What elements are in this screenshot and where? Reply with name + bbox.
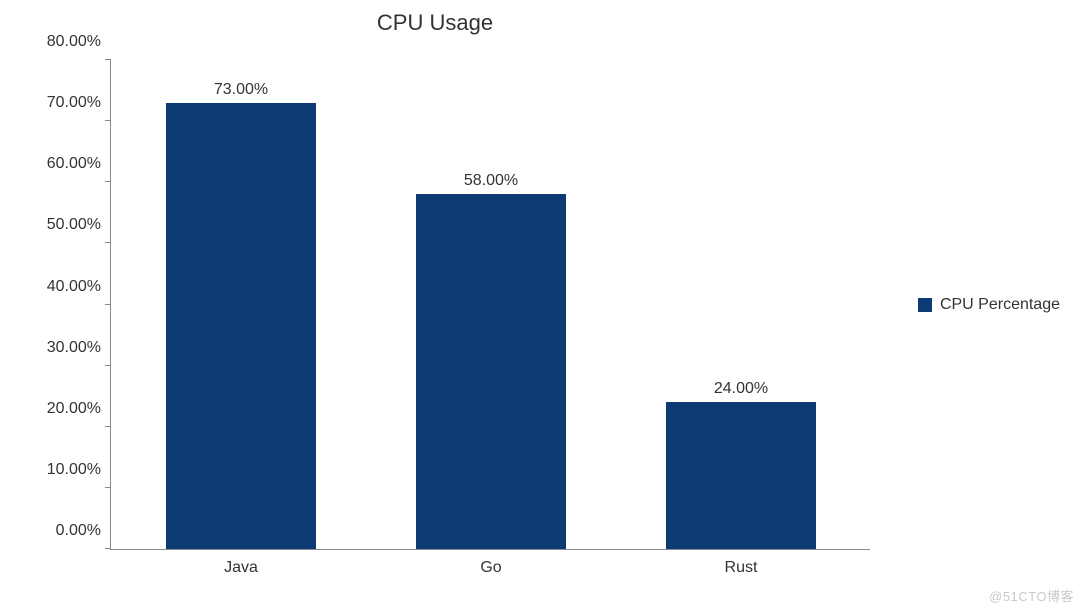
- bars-group: 73.00% 58.00% 24.00%: [111, 60, 870, 549]
- bar-value-label: 58.00%: [464, 172, 518, 190]
- chart-title: CPU Usage: [0, 10, 870, 36]
- y-tick-label: 80.00%: [47, 33, 101, 51]
- legend-swatch-icon: [918, 298, 932, 312]
- y-tick-label: 10.00%: [47, 461, 101, 479]
- x-tick-label: Go: [480, 559, 501, 577]
- bar-java: 73.00%: [166, 103, 316, 549]
- y-tick-label: 50.00%: [47, 216, 101, 234]
- x-tick-label: Rust: [725, 559, 758, 577]
- bar-value-label: 24.00%: [714, 380, 768, 398]
- chart-container: CPU Usage 0.00% 10.00% 20.00% 30.00% 40.…: [0, 0, 1080, 609]
- legend-label: CPU Percentage: [940, 296, 1060, 314]
- plot-area: 0.00% 10.00% 20.00% 30.00% 40.00% 50.00%…: [110, 60, 870, 550]
- bar-value-label: 73.00%: [214, 81, 268, 99]
- y-tick-label: 20.00%: [47, 400, 101, 418]
- y-tick-label: 70.00%: [47, 94, 101, 112]
- bar-go: 58.00%: [416, 194, 566, 549]
- y-tick-label: 0.00%: [56, 522, 101, 540]
- y-tick-label: 40.00%: [47, 278, 101, 296]
- watermark: @51CTO博客: [989, 586, 1074, 605]
- y-tick-label: 60.00%: [47, 155, 101, 173]
- legend: CPU Percentage: [918, 296, 1060, 314]
- y-tick-label: 30.00%: [47, 339, 101, 357]
- bar-rust: 24.00%: [666, 402, 816, 549]
- x-tick-label: Java: [224, 559, 258, 577]
